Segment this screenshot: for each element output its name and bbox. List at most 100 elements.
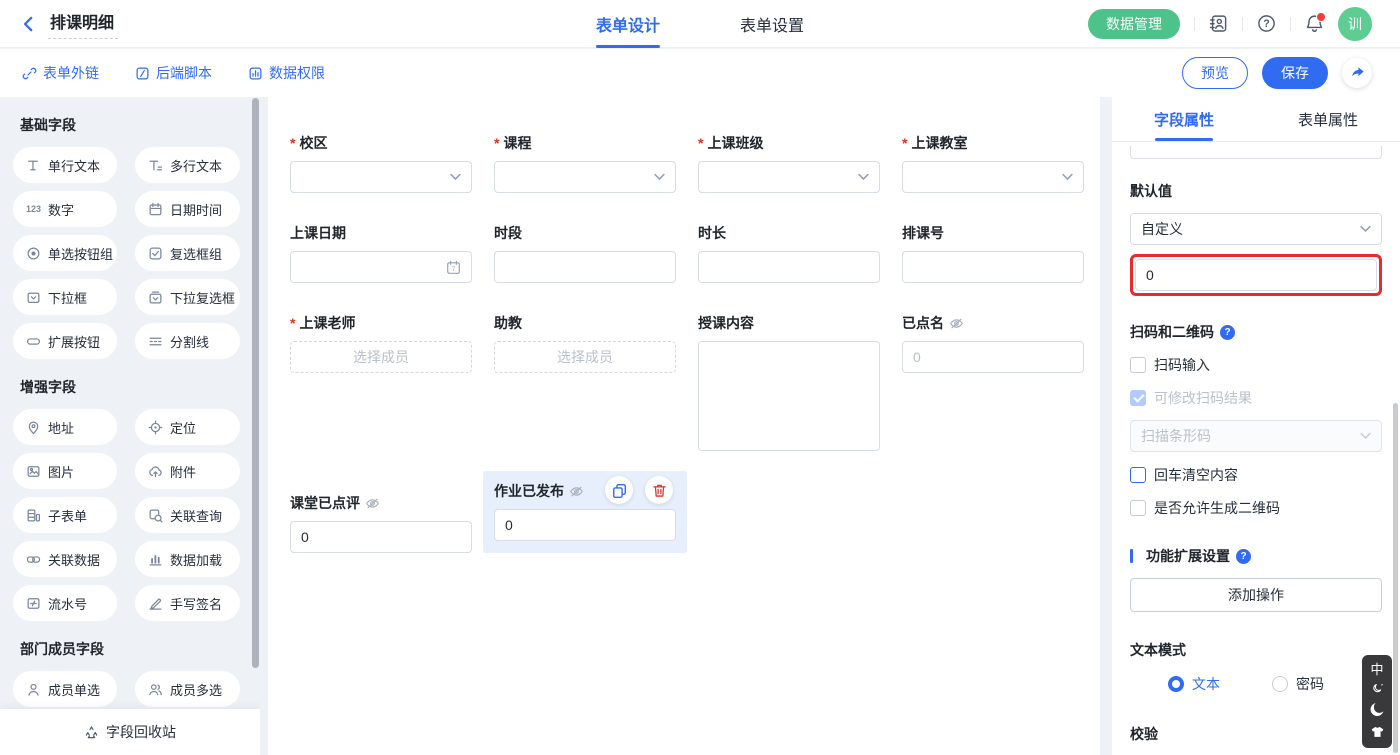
canvas-field[interactable]: *上课老师选择成员 — [290, 313, 472, 373]
field-textarea-input[interactable] — [698, 341, 880, 451]
field-select-input[interactable] — [698, 161, 880, 193]
canvas-field[interactable]: 上课日期7 — [290, 223, 472, 283]
help-icon[interactable]: ? — [1236, 549, 1251, 564]
palette-item-single-line-text[interactable]: 单行文本 — [13, 147, 117, 183]
user-avatar[interactable]: 训 — [1338, 7, 1372, 41]
tab-form-properties[interactable]: 表单属性 — [1256, 97, 1400, 141]
extend-button-icon — [26, 334, 41, 349]
checkbox-enter-clear[interactable]: 回车清空内容 — [1130, 465, 1382, 485]
palette-item-divider[interactable]: 分割线 — [135, 323, 240, 359]
field-number-input[interactable]: 0 — [494, 509, 676, 541]
palette-item-multi-select[interactable]: 下拉复选框 — [135, 279, 240, 315]
tab-form-settings[interactable]: 表单设置 — [740, 0, 804, 48]
save-button[interactable]: 保存 — [1262, 57, 1328, 89]
palette-item-number[interactable]: 123数字 — [13, 191, 117, 227]
canvas-field[interactable]: 助教选择成员 — [494, 313, 676, 373]
toolbar-link-2[interactable]: 后端脚本 — [135, 63, 212, 83]
field-label: 上课班级 — [707, 133, 763, 153]
field-select-input[interactable] — [494, 161, 676, 193]
canvas-field[interactable]: 时长 — [698, 223, 880, 283]
canvas-field[interactable]: *上课教室 — [902, 133, 1084, 193]
palette-item-linked-data[interactable]: 关联数据 — [13, 541, 117, 577]
palette-item-lookup[interactable]: 关联查询 — [135, 497, 240, 533]
field-text-input[interactable] — [902, 251, 1084, 283]
palette-item-location[interactable]: 定位 — [135, 409, 240, 445]
canvas-field[interactable]: 授课内容 — [698, 313, 880, 451]
radio-password-mode[interactable]: 密码 — [1272, 674, 1324, 694]
palette-item-attachment[interactable]: 附件 — [135, 453, 240, 489]
palette-item-member-multi[interactable]: 成员多选 — [135, 671, 240, 707]
palette-item-extend-button[interactable]: 扩展按钮 — [13, 323, 117, 359]
panel-scrollbar[interactable] — [1393, 403, 1398, 753]
palette-item-label: 扩展按钮 — [48, 332, 100, 351]
help-icon[interactable]: ? — [1257, 14, 1276, 33]
radio-group-icon — [26, 246, 41, 261]
toolbar-link-3[interactable]: 数据权限 — [248, 63, 325, 83]
palette-item-checkbox-group[interactable]: 复选框组 — [135, 235, 240, 271]
language-toggle-icon[interactable]: 中 — [1370, 663, 1383, 676]
scrolled-input-partial[interactable] — [1130, 146, 1382, 159]
palette-item-radio-group[interactable]: 单选按钮组 — [13, 235, 117, 271]
member-multi-icon — [148, 682, 163, 697]
notification-bell-icon[interactable] — [1305, 14, 1324, 33]
tab-field-properties[interactable]: 字段属性 — [1112, 97, 1256, 141]
member-picker-button[interactable]: 选择成员 — [290, 341, 472, 373]
palette-item-multi-line-text[interactable]: 多行文本 — [135, 147, 240, 183]
canvas-field[interactable]: 课堂已点评0 — [290, 493, 472, 553]
field-value: 0 — [301, 529, 309, 545]
checkbox-allow-qrcode[interactable]: 是否允许生成二维码 — [1130, 498, 1382, 518]
canvas-field[interactable]: 作业已发布0 — [483, 471, 687, 553]
dark-mode-moon-icon[interactable] — [1369, 701, 1386, 718]
validation-label: 校验 — [1130, 724, 1382, 744]
field-recycle-bin[interactable]: 字段回收站 — [0, 709, 260, 755]
help-icon[interactable]: ? — [1220, 325, 1235, 340]
canvas-field[interactable]: *上课班级 — [698, 133, 880, 193]
field-text-input[interactable] — [698, 251, 880, 283]
address-book-icon[interactable] — [1209, 14, 1228, 33]
subform-icon — [26, 508, 41, 523]
radio-text-mode[interactable]: 文本 — [1168, 674, 1220, 694]
canvas-field[interactable]: *课程 — [494, 133, 676, 193]
content-area: 基础字段单行文本多行文本123数字日期时间单选按钮组复选框组下拉框下拉复选框扩展… — [0, 97, 1400, 755]
member-picker-button[interactable]: 选择成员 — [494, 341, 676, 373]
toolbar-link-1[interactable]: 表单外链 — [22, 63, 99, 83]
field-text-input[interactable] — [494, 251, 676, 283]
delete-field-button[interactable] — [645, 476, 673, 504]
theme-shirt-icon[interactable] — [1370, 725, 1385, 740]
auto-dark-icon[interactable] — [1372, 683, 1383, 694]
field-date-input[interactable]: 7 — [290, 251, 472, 283]
share-button[interactable] — [1342, 58, 1372, 88]
copy-field-button[interactable] — [605, 476, 633, 504]
field-number-input[interactable]: 0 — [290, 521, 472, 553]
tab-form-design[interactable]: 表单设计 — [596, 0, 660, 48]
default-value-mode-select[interactable]: 自定义 — [1130, 213, 1382, 245]
canvas-field[interactable]: 排课号 — [902, 223, 1084, 283]
canvas-field[interactable]: 时段 — [494, 223, 676, 283]
palette-item-data-load[interactable]: 数据加载 — [135, 541, 240, 577]
back-button[interactable] — [20, 15, 38, 33]
field-number-input[interactable]: 0 — [902, 341, 1084, 373]
checkbox-scan-input[interactable]: 扫码输入 — [1130, 355, 1382, 375]
data-manage-button[interactable]: 数据管理 — [1088, 9, 1180, 39]
palette-item-address[interactable]: 地址 — [13, 409, 117, 445]
preview-button[interactable]: 预览 — [1182, 57, 1248, 89]
canvas-field[interactable]: 已点名0 — [902, 313, 1084, 373]
required-asterisk: * — [290, 135, 295, 151]
field-select-input[interactable] — [290, 161, 472, 193]
checkbox-icon — [1130, 500, 1146, 516]
palette-item-signature[interactable]: 手写签名 — [135, 585, 240, 621]
palette-item-image[interactable]: 图片 — [13, 453, 117, 489]
palette-item-subform[interactable]: 子表单 — [13, 497, 117, 533]
palette-item-select[interactable]: 下拉框 — [13, 279, 117, 315]
palette-item-label: 地址 — [48, 418, 74, 437]
sidebar-scrollbar[interactable] — [252, 98, 259, 668]
default-value-input[interactable]: 0 — [1135, 259, 1377, 291]
canvas-field[interactable]: *校区 — [290, 133, 472, 193]
palette-item-datetime[interactable]: 日期时间 — [135, 191, 240, 227]
add-action-button[interactable]: 添加操作 — [1130, 578, 1382, 612]
page-title[interactable]: 排课明细 — [48, 9, 118, 39]
field-select-input[interactable] — [902, 161, 1084, 193]
palette-item-serial-number[interactable]: 流水号 — [13, 585, 117, 621]
toolbar-link-label: 后端脚本 — [156, 63, 212, 83]
palette-item-member-single[interactable]: 成员单选 — [13, 671, 117, 707]
